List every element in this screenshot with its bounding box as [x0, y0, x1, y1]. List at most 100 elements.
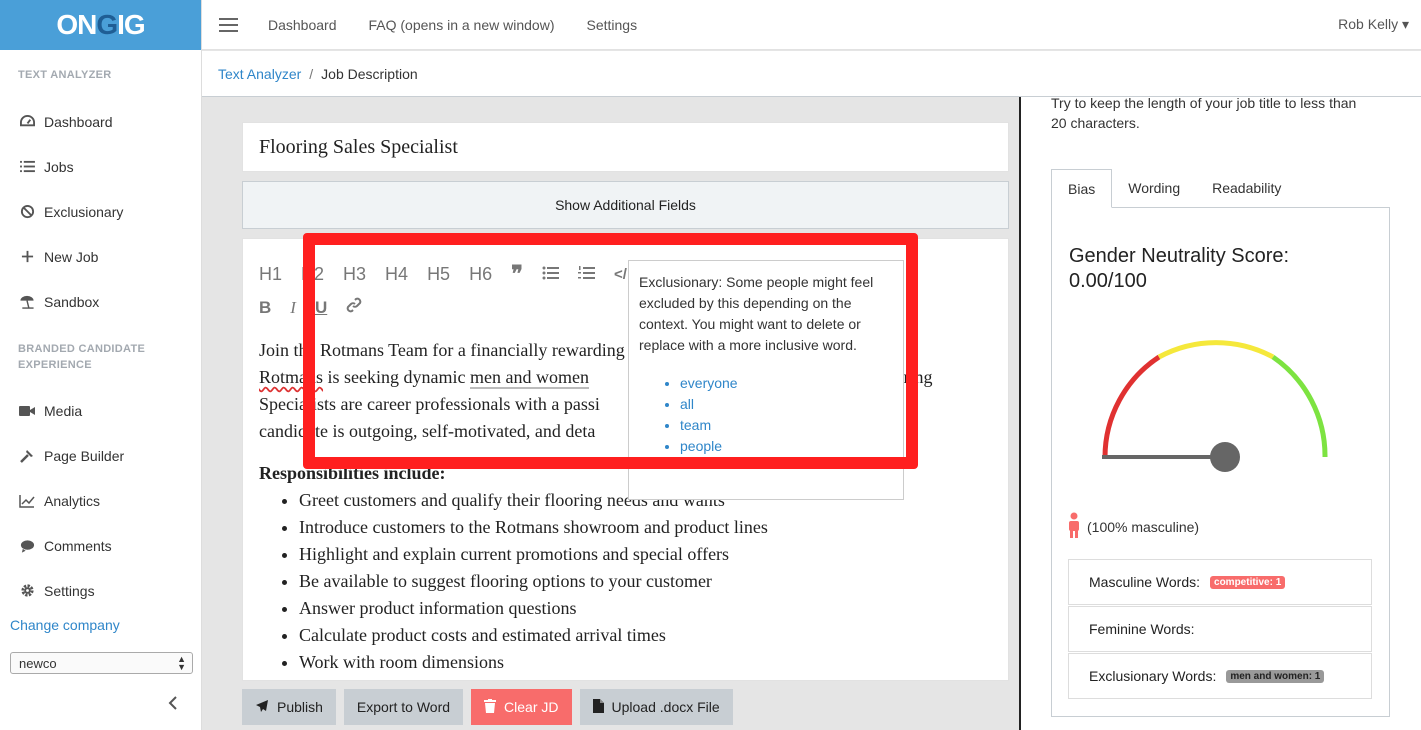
company-select[interactable]: newco ▲ ▼	[10, 652, 193, 674]
nav-faq[interactable]: FAQ (opens in a new window)	[369, 17, 555, 33]
list-item: Work with room dimensions	[299, 649, 999, 676]
sidebar-item-comments[interactable]: Comments	[0, 523, 201, 568]
exclusionary-words-label: Exclusionary Words:	[1089, 668, 1217, 684]
change-company-link[interactable]: Change company	[10, 617, 120, 633]
sidebar-section-line: EXPERIENCE	[18, 359, 92, 371]
select-arrows-icon: ▲ ▼	[177, 654, 186, 672]
bold-icon[interactable]: B	[259, 298, 271, 318]
toolbar-h3[interactable]: H3	[343, 264, 366, 285]
sidebar-item-jobs[interactable]: Jobs	[0, 144, 201, 189]
suggestion-item[interactable]: everyone	[680, 373, 893, 394]
editor-toolbar-row2: B I U	[259, 297, 381, 318]
toolbar-h4[interactable]: H4	[385, 264, 408, 285]
action-buttons: Publish Export to Word Clear JD Upload .…	[242, 689, 733, 725]
export-label: Export to Word	[356, 699, 451, 715]
toolbar-h5[interactable]: H5	[427, 264, 450, 285]
hamburger-menu-icon[interactable]	[219, 14, 238, 36]
plus-icon	[19, 249, 35, 265]
user-menu[interactable]: Rob Kelly ▾	[1338, 16, 1409, 33]
list-item: Answer product information questions	[299, 595, 999, 622]
bias-tab-content: Gender Neutrality Score: 0.00/100 (100% …	[1051, 207, 1390, 717]
suggestion-item[interactable]: all	[680, 394, 893, 415]
nav-dashboard[interactable]: Dashboard	[268, 17, 337, 33]
numbered-list-icon[interactable]	[577, 264, 595, 285]
upload-docx-button[interactable]: Upload .docx File	[579, 689, 733, 725]
publish-label: Publish	[277, 699, 323, 715]
code-icon[interactable]: </	[614, 266, 627, 283]
score-label: Gender Neutrality Score:	[1069, 245, 1290, 267]
sidebar-item-dashboard[interactable]: Dashboard	[0, 99, 201, 144]
sidebar-item-settings[interactable]: Settings	[0, 568, 201, 613]
analysis-panel: Try to keep the length of your job title…	[1021, 95, 1421, 730]
masculine-indicator: (100% masculine)	[1068, 512, 1199, 541]
sidebar-item-label: Analytics	[44, 492, 101, 509]
toolbar-h6[interactable]: H6	[469, 264, 492, 285]
top-navbar: Dashboard FAQ (opens in a new window) Se…	[202, 0, 1421, 50]
suggestion-item[interactable]: people	[680, 436, 893, 457]
breadcrumb-text-analyzer[interactable]: Text Analyzer	[218, 66, 301, 82]
sidebar-section-branded: BRANDED CANDIDATE EXPERIENCE	[0, 341, 201, 373]
list-item: Be available to suggest flooring options…	[299, 568, 999, 595]
publish-button[interactable]: Publish	[242, 689, 336, 725]
blockquote-icon[interactable]: ❞	[511, 261, 523, 287]
breadcrumb: Text Analyzer / Job Description	[202, 51, 1421, 97]
masculine-word-tag[interactable]: competitive: 1	[1210, 575, 1286, 589]
hint-line: Try to keep the length of your job title…	[1051, 95, 1357, 111]
masculine-words-label: Masculine Words:	[1089, 574, 1201, 590]
show-additional-fields-button[interactable]: Show Additional Fields	[242, 181, 1009, 229]
comment-icon	[19, 538, 35, 554]
exclusionary-suggestion-popup: Exclusionary: Some people might feel exc…	[628, 260, 904, 500]
gauge-hub	[1210, 442, 1240, 472]
paragraph-text: candidate is outgoing, self-motivated, a…	[259, 421, 596, 441]
paragraph-text: Join the Rotmans Team for a financially …	[259, 340, 625, 360]
suggestion-item[interactable]: team	[680, 415, 893, 436]
masculine-percentage: (100% masculine)	[1087, 518, 1200, 535]
list-item: Highlight and explain current promotions…	[299, 541, 999, 568]
sidebar-item-sandbox[interactable]: Sandbox	[0, 279, 201, 324]
sidebar-item-label: Settings	[44, 582, 95, 599]
exclusionary-word-tag[interactable]: men and women: 1	[1226, 669, 1325, 683]
sidebar-item-label: Media	[44, 402, 83, 419]
collapse-sidebar-icon[interactable]	[168, 695, 178, 716]
title-length-hint: Try to keep the length of your job title…	[1051, 95, 1391, 133]
link-icon[interactable]	[346, 297, 362, 318]
toolbar-h2[interactable]: H2	[301, 264, 324, 285]
sidebar-item-analytics[interactable]: Analytics	[0, 478, 201, 523]
sidebar-item-page-builder[interactable]: Page Builder	[0, 433, 201, 478]
paragraph-text: Specialists are career professionals wit…	[259, 394, 600, 414]
sidebar-item-label: New Job	[44, 248, 99, 265]
tab-bias[interactable]: Bias	[1051, 169, 1113, 208]
sidebar-item-exclusionary[interactable]: Exclusionary	[0, 189, 201, 234]
bullet-list-icon[interactable]	[542, 264, 559, 285]
sidebar-item-new-job[interactable]: New Job	[0, 234, 201, 279]
sidebar-item-media[interactable]: Media	[0, 388, 201, 433]
export-to-word-button[interactable]: Export to Word	[343, 689, 464, 725]
line-chart-icon	[19, 493, 35, 509]
clear-label: Clear JD	[504, 699, 559, 715]
dashboard-icon	[19, 114, 35, 130]
editor-toolbar-row1: H1 H2 H3 H4 H5 H6 ❞ </	[259, 261, 646, 287]
toolbar-h1[interactable]: H1	[259, 264, 282, 285]
nav-settings[interactable]: Settings	[586, 17, 637, 33]
clear-jd-button[interactable]: Clear JD	[471, 689, 572, 725]
upload-label: Upload .docx File	[611, 699, 720, 715]
flagged-phrase[interactable]: men and women	[470, 367, 589, 389]
tab-readability[interactable]: Readability	[1196, 169, 1297, 207]
tab-wording[interactable]: Wording	[1112, 169, 1196, 207]
company-select-value: newco	[19, 655, 57, 671]
underline-icon[interactable]: U	[315, 298, 327, 318]
video-camera-icon	[19, 403, 35, 419]
sidebar-item-label: Sandbox	[44, 293, 100, 310]
gear-icon	[19, 583, 35, 599]
feminine-words-label: Feminine Words:	[1089, 621, 1195, 637]
exclusionary-words-row: Exclusionary Words: men and women: 1	[1068, 653, 1372, 699]
analysis-tabs: Bias Wording Readability	[1051, 169, 1390, 208]
ongig-logo[interactable]: ON G IG	[0, 0, 201, 50]
list-item: Calculate product costs and estimated ar…	[299, 622, 999, 649]
hammer-icon	[19, 448, 35, 464]
job-title-input[interactable]: Flooring Sales Specialist	[242, 122, 1009, 172]
list-item: Introduce customers to the Rotmans showr…	[299, 514, 999, 541]
sidebar: ON G IG TEXT ANALYZER Dashboard Jobs Exclu…	[0, 0, 202, 730]
score-value: 0.00/100	[1069, 270, 1147, 292]
italic-icon[interactable]: I	[290, 298, 296, 318]
